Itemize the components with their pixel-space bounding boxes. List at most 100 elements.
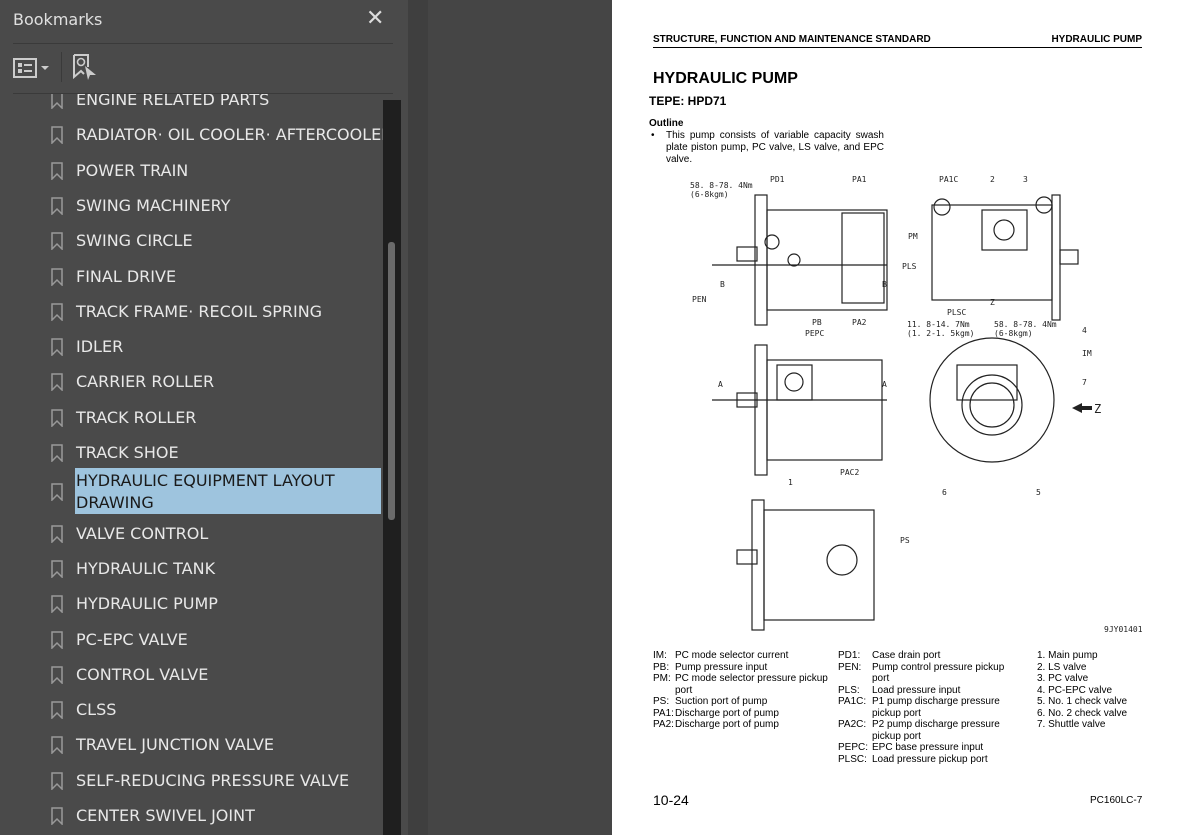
bookmark-icon: [51, 197, 63, 215]
bookmark-label: TRACK ROLLER: [76, 407, 197, 427]
bookmark-icon: [51, 232, 63, 251]
legend-desc: P1 pump discharge pressure pickup port: [872, 696, 1000, 719]
panel-title: Bookmarks: [13, 10, 103, 29]
bookmark-label: VALVE CONTROL: [76, 523, 209, 543]
bookmark-item[interactable]: CENTER SWIVEL JOINT: [48, 798, 383, 832]
bookmark-icon: [51, 560, 63, 578]
diagram-label: 2: [990, 175, 995, 184]
bookmark-icon: [51, 444, 63, 462]
bookmark-item[interactable]: SELF-REDUCING PRESSURE VALVE: [48, 763, 383, 797]
bookmark-label: HYDRAULIC EQUIPMENT LAYOUT DRAWING: [76, 471, 335, 513]
legend-entry: 4. PC-EPC valve: [1037, 684, 1113, 696]
running-header-right: HYDRAULIC PUMP: [1051, 34, 1142, 45]
diagram-label: PM: [908, 232, 918, 241]
diagram-label: PLS: [902, 262, 917, 271]
bookmark-item[interactable]: TRACK SHOE: [48, 435, 383, 469]
legend-key: PLSC:: [838, 753, 867, 765]
bookmark-item[interactable]: HYDRAULIC PUMP: [48, 586, 383, 620]
legend-desc: Pump pressure input: [675, 661, 768, 673]
header-rule: [653, 47, 1142, 48]
outline-heading: Outline: [649, 118, 684, 129]
diagram-label: A: [882, 380, 887, 389]
bookmark-icon: [51, 338, 63, 357]
diagram-label: PS: [900, 536, 910, 545]
diagram-label: (1. 2-1. 5kgm): [907, 329, 974, 338]
legend-desc: P2 pump discharge pressure pickup port: [872, 719, 1000, 742]
bookmark-item[interactable]: SWING CIRCLE: [48, 223, 383, 257]
diagram-label: 6: [942, 488, 947, 497]
bookmark-item[interactable]: TRAVEL JUNCTION VALVE: [48, 727, 383, 761]
legend-entry: PLS: Load pressure input: [838, 685, 1018, 697]
legend-entry: 3. PC valve: [1037, 673, 1089, 684]
bookmark-item[interactable]: POWER TRAIN: [48, 153, 383, 187]
bookmark-label: SWING MACHINERY: [76, 195, 231, 215]
bookmark-icon: [51, 666, 63, 684]
diagram-label: Z: [1094, 402, 1101, 416]
bookmark-item[interactable]: TRACK ROLLER: [48, 400, 383, 434]
bookmark-item[interactable]: RADIATOR· OIL COOLER· AFTERCOOLER: [48, 117, 383, 151]
legend-desc: Discharge port of pump: [675, 707, 779, 719]
diagram-label: PA1C: [939, 175, 958, 184]
bookmark-item[interactable]: PC-EPC VALVE: [48, 622, 383, 656]
legend-entry: PM: PC mode selector pressure pickup port: [653, 673, 833, 696]
diagram-label: PA2: [852, 318, 867, 327]
panel-splitter[interactable]: [408, 0, 829, 835]
diagram-label: 1: [788, 478, 793, 487]
bookmark-icon: [51, 736, 63, 755]
diagram-label: A: [718, 380, 723, 389]
bookmark-item[interactable]: ENGINE RELATED PARTS: [48, 94, 383, 116]
list-options-icon[interactable]: [13, 57, 53, 79]
bookmark-label: CONTROL VALVE: [76, 664, 209, 684]
bookmark-item[interactable]: CONTROL VALVE: [48, 657, 383, 691]
bookmark-label: POWER TRAIN: [76, 160, 189, 180]
bookmark-label: SELF-REDUCING PRESSURE VALVE: [76, 770, 350, 790]
legend-entry: IM: PC mode selector current: [653, 650, 833, 662]
bookmark-item[interactable]: VALVE CONTROL: [48, 516, 383, 550]
bookmark-icon: [51, 94, 63, 109]
bookmark-icon: [51, 701, 63, 720]
find-bookmark-icon[interactable]: [72, 53, 98, 81]
legend-entry: PEN: Pump control pressure pickup port: [838, 662, 1018, 685]
bookmark-item[interactable]: HYDRAULIC EQUIPMENT LAYOUT DRAWING: [48, 468, 383, 515]
diagram-label: PB: [812, 318, 822, 327]
diagram-label: PD1: [770, 175, 785, 184]
legend-key: PLS:: [838, 684, 860, 696]
legend-entry: 5. No. 1 check valve: [1037, 696, 1128, 707]
bookmark-icon: [51, 807, 63, 825]
bookmark-item[interactable]: TRACK FRAME· RECOIL SPRING: [48, 294, 383, 328]
running-header-left: STRUCTURE, FUNCTION AND MAINTENANCE STAN…: [653, 34, 931, 45]
bookmark-item[interactable]: CARRIER ROLLER: [48, 364, 383, 398]
bookmark-item[interactable]: CLSS: [48, 692, 383, 726]
legend-key: PEPC:: [838, 742, 869, 753]
bookmark-icon: [51, 483, 63, 502]
legend-entry: 6. No. 2 check valve: [1037, 707, 1128, 719]
bookmark-label: SWING CIRCLE: [76, 231, 193, 251]
bookmark-label: HYDRAULIC TANK: [76, 558, 216, 578]
scrollbar-thumb[interactable]: [388, 242, 395, 520]
diagram-label: 9JY01401: [1104, 625, 1143, 634]
close-icon[interactable]: ✕: [366, 6, 384, 31]
legend-ports-2: PD1: Case drain port PEN: Pump control pres…: [838, 650, 1018, 765]
bookmark-icon: [51, 630, 63, 649]
diagram-label: 58. 8-78. 4Nm: [690, 181, 753, 190]
legend-desc: PC mode selector current: [675, 650, 789, 661]
legend-key: PEN:: [838, 661, 862, 673]
bookmarks-panel: Bookmarks ✕ ENGINE RELATED PARTS RADIATOR…: [0, 0, 408, 835]
diagram-label: 7: [1082, 378, 1087, 387]
legend-key: PS:: [653, 696, 670, 707]
bookmark-label: CENTER SWIVEL JOINT: [76, 806, 255, 825]
bookmark-icon: [51, 303, 63, 321]
bookmark-item[interactable]: IDLER: [48, 329, 383, 363]
bookmark-item[interactable]: FINAL DRIVE: [48, 259, 383, 293]
bookmark-item[interactable]: SWING MACHINERY: [48, 188, 383, 222]
bookmark-icon: [51, 771, 63, 790]
outline-text: This pump consists of variable capacity …: [666, 130, 884, 165]
legend-key: PB:: [653, 661, 670, 673]
bookmark-label: PC-EPC VALVE: [76, 629, 188, 649]
bookmark-label: FINAL DRIVE: [76, 266, 177, 286]
model-number: PC160LC-7: [1090, 795, 1143, 806]
bookmark-label: TRACK FRAME· RECOIL SPRING: [76, 301, 323, 321]
scrollbar[interactable]: [383, 100, 401, 835]
bookmark-item[interactable]: HYDRAULIC TANK: [48, 551, 383, 585]
diagram-label: PLSC: [947, 308, 966, 317]
